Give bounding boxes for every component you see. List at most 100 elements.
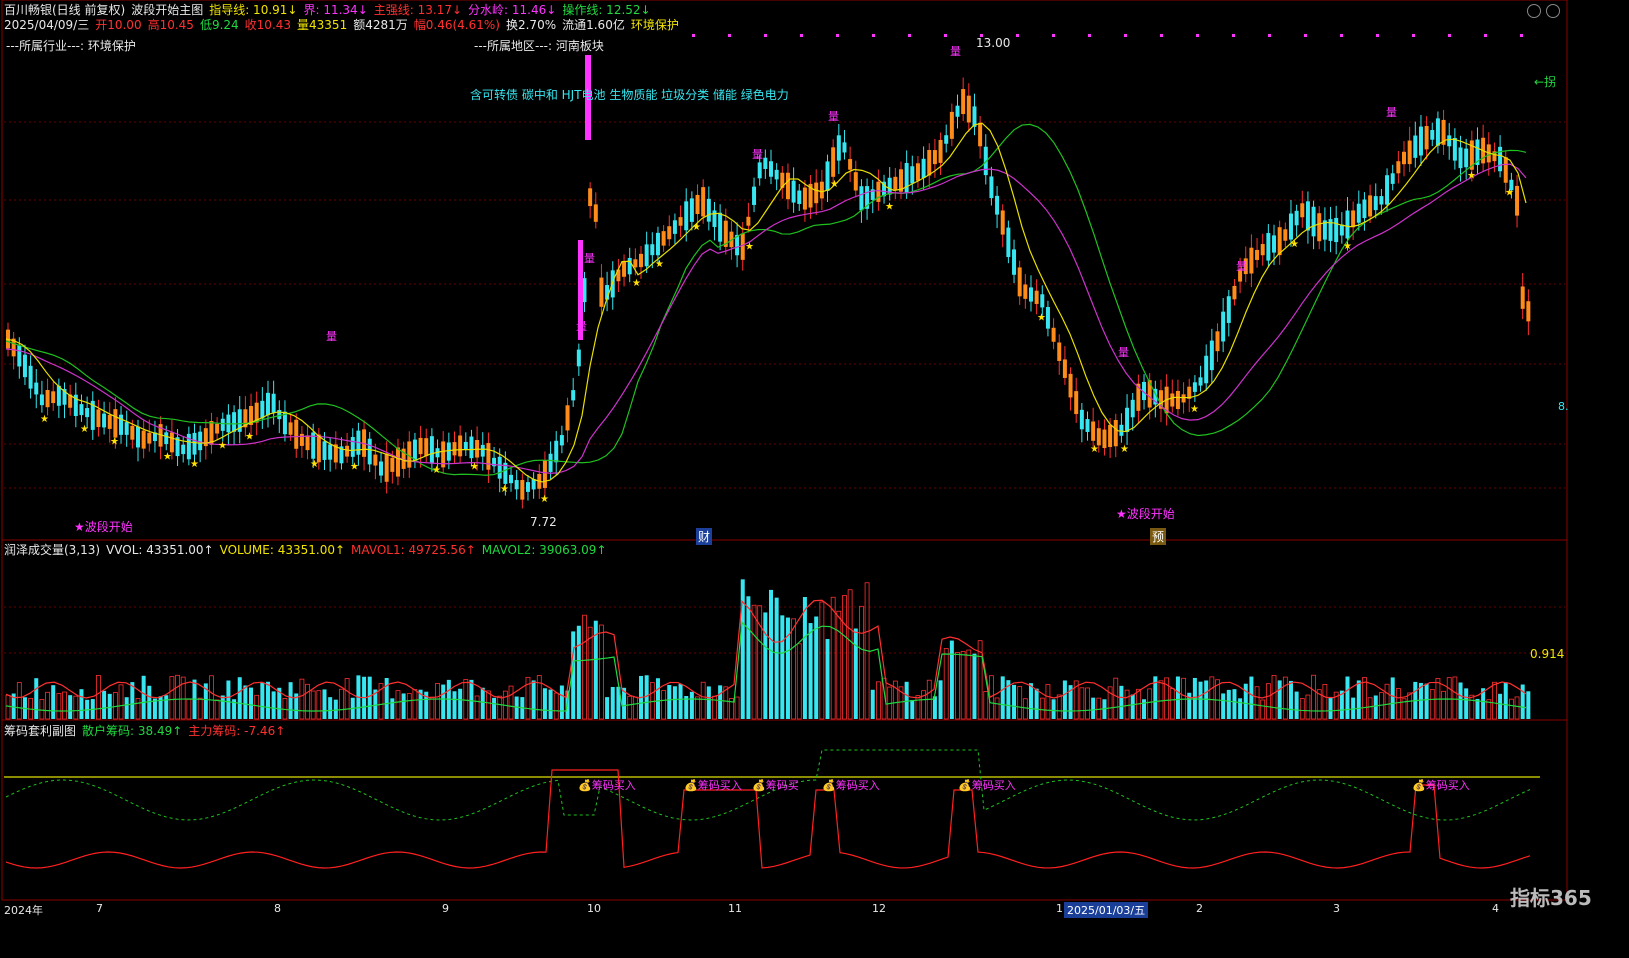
- indicator-value-0: 指导线: 10.91↓: [209, 3, 298, 17]
- candle-body: [497, 456, 502, 479]
- industry-label: ---所属行业---: 环境保护: [6, 39, 136, 53]
- candle-body: [1170, 393, 1175, 407]
- candle-body: [1232, 285, 1237, 300]
- candle-body: [1057, 342, 1062, 361]
- candle-body: [706, 198, 711, 222]
- candle-body: [1017, 267, 1022, 297]
- candle-body: [1085, 419, 1090, 432]
- volume-panel-title[interactable]: 润泽成交量(3,13): [4, 542, 100, 558]
- volume-bar: [695, 696, 700, 720]
- volume-bar: [802, 597, 807, 719]
- close-icon[interactable]: [1546, 4, 1560, 18]
- volume-bar: [774, 597, 779, 719]
- high-mark-label: 13.00: [976, 36, 1011, 50]
- volume-bar: [1142, 699, 1147, 719]
- candle-body: [1040, 294, 1045, 308]
- volume-bar: [130, 682, 135, 719]
- volume-bar: [1514, 696, 1520, 720]
- chart-canvas[interactable]: ★★★★★★★★ ★ ★ ★★★★★★★★★★★ ★★★ ★★★量量量量量量量量量: [0, 0, 1629, 958]
- candle-body: [1283, 229, 1288, 241]
- candle-body: [480, 444, 485, 457]
- candle-body: [96, 409, 101, 428]
- volume-bar: [853, 628, 858, 719]
- chip-panel-title[interactable]: 筹码套利副图: [4, 723, 76, 739]
- candle-body: [622, 261, 627, 277]
- top-signal-dot: [1412, 34, 1415, 37]
- volume-bar: [73, 695, 79, 720]
- candle-body: [842, 142, 847, 153]
- candle-body: [452, 442, 457, 456]
- volume-bar: [1198, 681, 1203, 719]
- volume-bar: [1022, 698, 1028, 720]
- volume-bar: [542, 688, 547, 719]
- volume-bar: [1045, 684, 1051, 720]
- candle-body: [831, 147, 836, 177]
- star-marker: ★: [632, 278, 641, 289]
- candle-body: [1520, 286, 1525, 309]
- volume-bar: [1464, 688, 1469, 719]
- volume-bar: [1498, 693, 1503, 719]
- volume-bar: [808, 623, 813, 719]
- volume-bar: [1124, 689, 1130, 720]
- forecast-marker[interactable]: 预: [1150, 528, 1167, 545]
- indicator-name[interactable]: 波段开始主图: [131, 2, 203, 18]
- candle-body: [1435, 118, 1440, 146]
- time-label: 11: [728, 902, 742, 915]
- candle-body: [141, 430, 146, 449]
- volume-bar: [390, 698, 395, 719]
- collapse-icon[interactable]: [1527, 4, 1541, 18]
- volume-bar: [406, 693, 412, 720]
- volume-bar: [452, 691, 457, 719]
- star-marker: ★: [500, 484, 509, 495]
- volume-bar: [260, 682, 265, 719]
- region-label: ---所属地区---: 河南板块: [474, 39, 604, 53]
- top-signal-dot: [836, 34, 839, 37]
- volume-bar: [700, 681, 706, 720]
- candle-body: [972, 106, 977, 127]
- candle-body: [746, 216, 751, 226]
- volume-bar: [536, 675, 542, 720]
- candle-body: [1260, 244, 1265, 256]
- watermark: 指标365: [1510, 886, 1592, 910]
- candle-body: [1277, 227, 1282, 256]
- volume-bar: [1260, 699, 1266, 720]
- candle-body: [328, 444, 333, 460]
- header-row-2: 2025/04/09/三 开10.00 高10.45 低9.24 收10.43 …: [4, 17, 679, 33]
- candle-body: [989, 176, 994, 199]
- candle-body: [384, 453, 389, 482]
- volume-bar: [463, 679, 469, 720]
- candle-body: [1062, 359, 1067, 378]
- volume-bar: [870, 689, 875, 719]
- candle-body: [305, 435, 310, 451]
- turn-tag: ←拐: [1534, 75, 1557, 89]
- candle-body: [1515, 185, 1520, 216]
- candle-body: [554, 440, 559, 463]
- volume-bar: [1429, 688, 1435, 720]
- stock-title[interactable]: 百川畅银(日线 前复权): [4, 2, 125, 18]
- volume-bar: [1271, 674, 1277, 720]
- candle-body: [1119, 424, 1124, 436]
- top-signal-dot: [1448, 34, 1451, 37]
- volume-bar: [1113, 677, 1119, 720]
- volume-surge-marker: 量: [950, 45, 961, 58]
- top-signal-dot: [1088, 34, 1091, 37]
- candle-body: [1272, 235, 1277, 253]
- volume-bar: [1232, 689, 1237, 719]
- candle-body: [1096, 428, 1101, 446]
- volume-bar: [655, 678, 660, 719]
- top-signal-dot: [1520, 34, 1523, 37]
- candle-body: [56, 385, 61, 406]
- volume-bar: [401, 693, 406, 719]
- volume-bar: [1056, 694, 1062, 720]
- volume-bar: [305, 683, 310, 720]
- volume-bar: [910, 699, 915, 719]
- candle-body: [1503, 157, 1508, 183]
- quote-high: 高10.45: [147, 18, 194, 32]
- volume-bar: [1475, 698, 1480, 719]
- finance-marker[interactable]: 财: [696, 528, 713, 545]
- volume-bar: [1062, 680, 1067, 719]
- candle-body: [633, 259, 638, 268]
- candle-body: [802, 187, 807, 210]
- candle-body: [1368, 195, 1373, 217]
- candle-body: [395, 447, 400, 477]
